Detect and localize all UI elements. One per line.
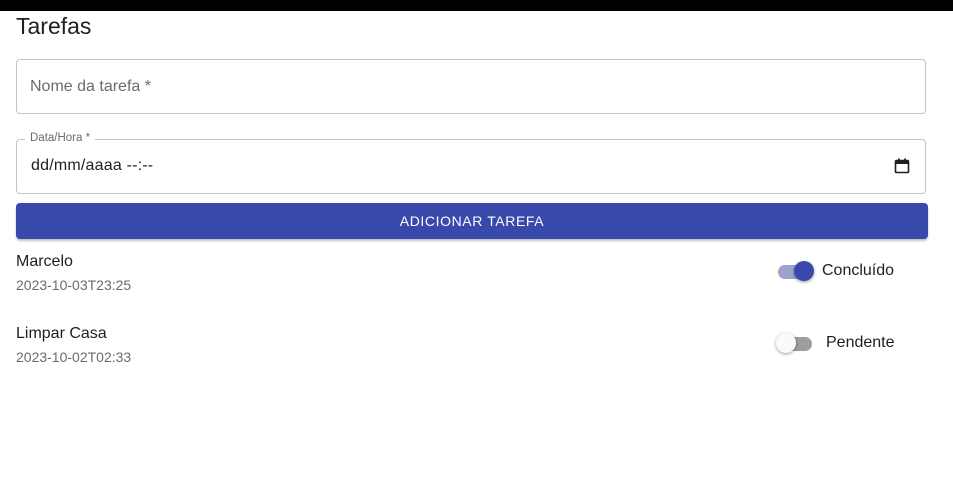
page-title: Tarefas — [16, 13, 92, 39]
task-page: Tarefas Nome da tarefa * Data/Hora * dd/… — [16, 11, 928, 239]
calendar-icon[interactable] — [894, 158, 910, 174]
datetime-value: dd/mm/aaaa --:-- — [31, 157, 154, 174]
window-top-bar — [0, 0, 953, 11]
task-datetime: 2023-10-03T23:25 — [16, 277, 132, 293]
task-name-field[interactable]: Nome da tarefa * — [16, 59, 926, 114]
task-name-placeholder: Nome da tarefa * — [30, 78, 151, 95]
datetime-field[interactable]: Data/Hora * dd/mm/aaaa --:-- — [16, 132, 926, 194]
task-item: Marcelo 2023-10-03T23:25 Concluído — [16, 253, 928, 313]
add-task-button[interactable]: ADICIONAR TAREFA — [16, 203, 928, 239]
task-status-label: Pendente — [826, 334, 895, 351]
datetime-label: Data/Hora * — [25, 132, 96, 144]
toggle-thumb — [794, 261, 814, 281]
task-name: Marcelo — [16, 253, 73, 270]
task-item: Limpar Casa 2023-10-02T02:33 Pendente — [16, 325, 928, 385]
task-name: Limpar Casa — [16, 325, 107, 342]
toggle-thumb — [776, 333, 796, 353]
task-status-toggle[interactable] — [776, 260, 814, 282]
task-status-label: Concluído — [822, 262, 895, 279]
task-status-toggle[interactable] — [776, 332, 814, 354]
task-datetime: 2023-10-02T02:33 — [16, 349, 132, 365]
